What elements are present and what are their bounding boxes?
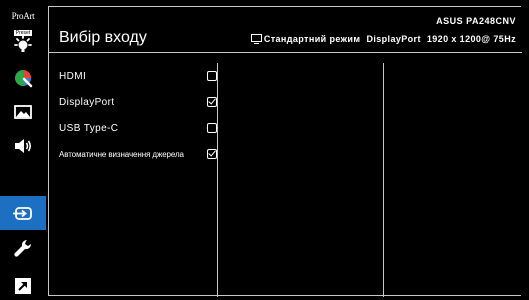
option-label: Автоматичне визначення джерела — [59, 149, 184, 159]
sidebar-item-shortcut[interactable] — [6, 272, 40, 300]
option-hdmi[interactable]: HDMI — [59, 63, 217, 89]
sidebar-item-brightness[interactable] — [6, 32, 40, 60]
resolution-text: 1920 x 1200@ 75Hz — [426, 34, 516, 44]
mode-text: Стандартний режим — [263, 34, 361, 44]
monitor-icon — [250, 34, 262, 44]
logo-text: ProArt — [11, 11, 35, 21]
column-divider — [383, 63, 384, 297]
option-displayport[interactable]: DisplayPort — [59, 89, 217, 115]
input-options-list: HDMI DisplayPort USB Type-C Автоматичне … — [59, 63, 217, 167]
sound-icon — [12, 135, 34, 157]
shortcut-icon — [12, 275, 34, 297]
brightness-icon — [12, 35, 34, 57]
status-bar: Стандартний режим DisplayPort 1920 x 120… — [250, 34, 516, 44]
checkbox[interactable] — [207, 123, 217, 133]
checkbox[interactable] — [207, 71, 217, 81]
main-panel: Вибір входу ASUS PA248CNV Стандартний ре… — [48, 6, 522, 297]
option-label: USB Type-C — [59, 122, 119, 134]
input-select-icon — [12, 202, 34, 224]
option-auto-input-detection[interactable]: Автоматичне визначення джерела — [59, 141, 217, 167]
option-label: DisplayPort — [59, 96, 115, 108]
checkbox-checked[interactable] — [207, 149, 217, 159]
input-text: DisplayPort — [366, 34, 421, 44]
option-label: HDMI — [59, 70, 87, 82]
sidebar-item-sound[interactable] — [6, 132, 40, 160]
system-setup-icon — [12, 237, 34, 259]
sidebar-item-system-setup[interactable] — [6, 234, 40, 262]
osd-menu: ProArt Preset Вибір входу ASUS PA248CNV … — [0, 0, 529, 299]
mode-indicator: Стандартний режим — [250, 34, 361, 44]
sidebar-item-image[interactable] — [6, 98, 40, 126]
header: Вибір входу ASUS PA248CNV Стандартний ре… — [49, 7, 522, 53]
option-usb-type-c[interactable]: USB Type-C — [59, 115, 217, 141]
image-icon — [12, 101, 34, 123]
checkbox-checked[interactable] — [207, 97, 217, 107]
model-name: ASUS PA248CNV — [436, 16, 516, 26]
page-title: Вибір входу — [59, 29, 147, 46]
column-divider — [217, 63, 218, 297]
sidebar-item-input-select[interactable] — [0, 196, 46, 230]
color-icon — [12, 67, 34, 89]
sidebar: ProArt Preset — [0, 0, 46, 299]
sidebar-item-color[interactable] — [6, 64, 40, 92]
